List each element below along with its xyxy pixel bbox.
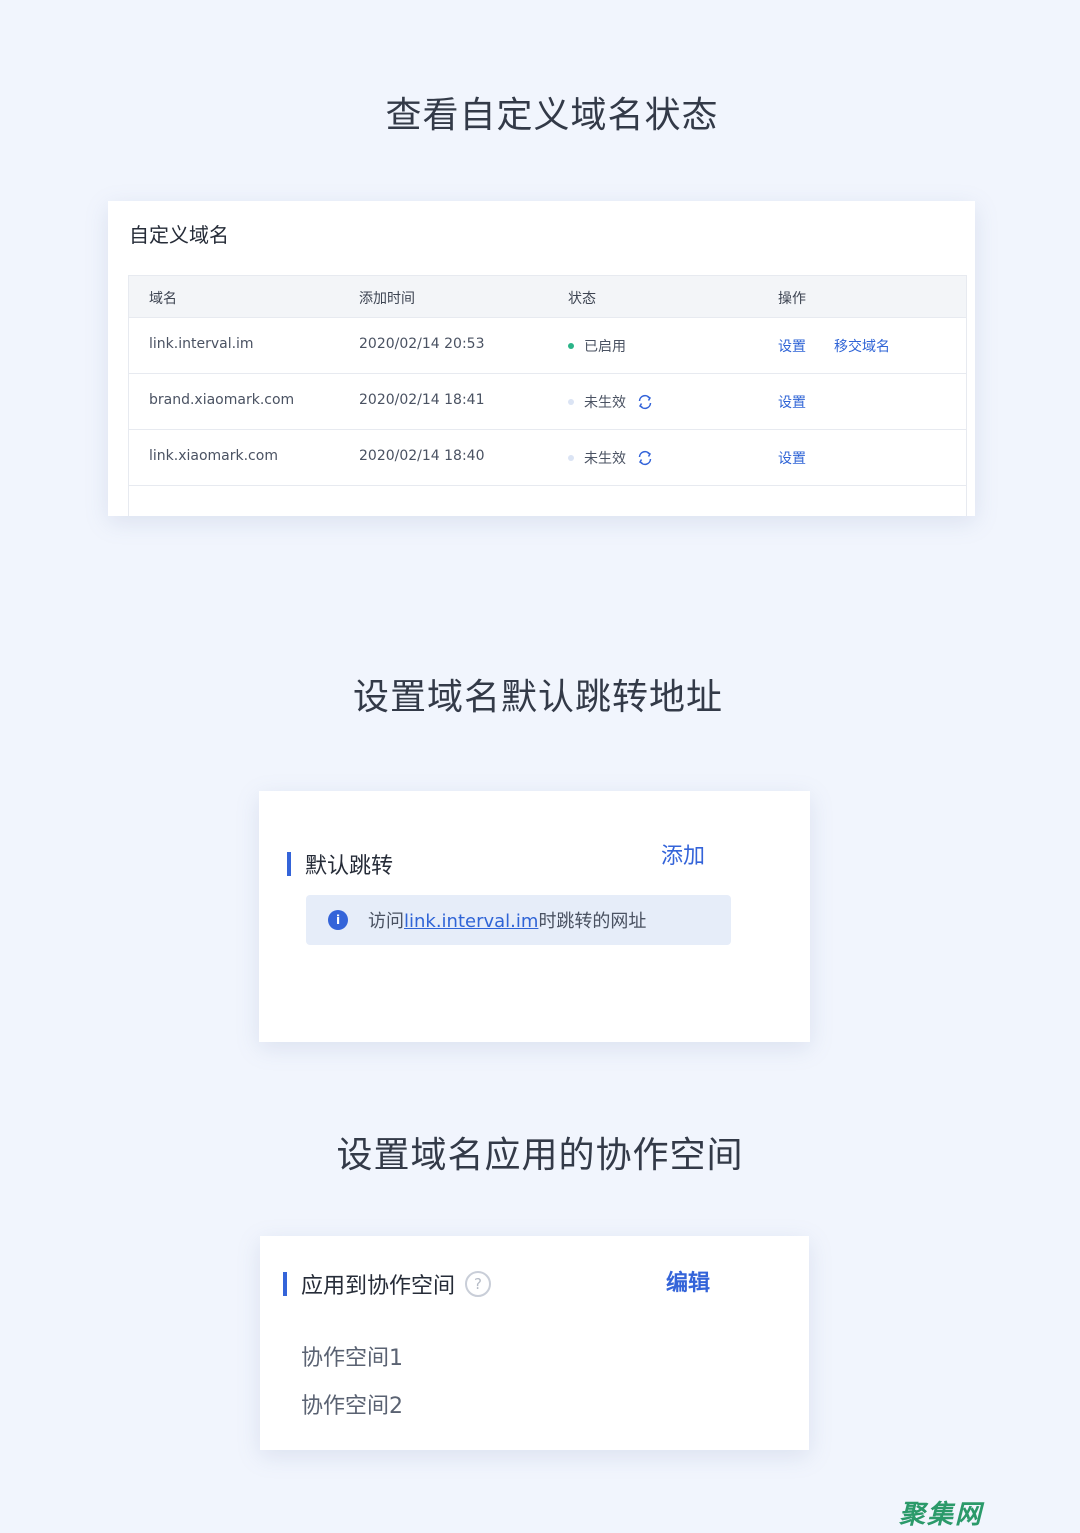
status-dot-inactive-icon <box>568 455 574 461</box>
status-cell: 未生效 <box>568 448 654 468</box>
info-icon: i <box>328 910 348 930</box>
status-cell: 未生效 <box>568 392 654 412</box>
redirect-heading-label: 默认跳转 <box>305 854 394 879</box>
workspace-item: 协作空间2 <box>301 1394 403 1419</box>
status-dot-enabled-icon <box>568 343 574 349</box>
status-cell: 已启用 <box>568 336 626 356</box>
added-time-cell: 2020/02/14 18:41 <box>359 392 485 408</box>
domain-cell: brand.xiaomark.com <box>149 392 295 408</box>
column-header-actions: 操作 <box>778 291 806 307</box>
status-label: 未生效 <box>584 395 626 411</box>
added-time-cell: 2020/02/14 18:40 <box>359 448 485 464</box>
actions-cell: 设置 <box>778 448 806 468</box>
accent-bar <box>283 1272 287 1296</box>
domain-cell: link.interval.im <box>149 336 254 352</box>
domain-cell: link.xiaomark.com <box>149 448 278 464</box>
table-row: link.xiaomark.com 2020/02/14 18:40 未生效 设… <box>129 430 966 486</box>
status-label: 未生效 <box>584 451 626 467</box>
actions-cell: 设置 移交域名 <box>778 336 890 356</box>
actions-cell: 设置 <box>778 392 806 412</box>
redirect-info-box: i 访问link.interval.im时跳转的网址 <box>306 895 731 945</box>
section-title-redirect: 设置域名默认跳转地址 <box>352 677 723 718</box>
redirect-heading: 默认跳转 <box>287 848 393 880</box>
add-redirect-button[interactable]: 添加 <box>661 838 705 870</box>
column-header-status: 状态 <box>568 291 596 307</box>
info-suffix: 时跳转的网址 <box>538 911 647 932</box>
status-label: 已启用 <box>584 339 626 355</box>
workspace-item: 协作空间1 <box>301 1346 403 1371</box>
added-time-cell: 2020/02/14 20:53 <box>359 336 485 352</box>
table-header: 域名 添加时间 状态 操作 <box>129 276 966 318</box>
settings-link[interactable]: 设置 <box>778 451 806 467</box>
section-title-workspace: 设置域名应用的协作空间 <box>336 1135 744 1176</box>
info-text: 访问link.interval.im时跳转的网址 <box>368 907 646 933</box>
table-row: link.interval.im 2020/02/14 20:53 已启用 设置… <box>129 318 966 374</box>
info-prefix: 访问 <box>368 911 404 932</box>
refresh-icon[interactable] <box>636 393 654 411</box>
transfer-domain-link[interactable]: 移交域名 <box>834 339 890 355</box>
watermark-logo: 聚集网 <box>899 1500 984 1530</box>
page: 查看自定义域名状态 自定义域名 域名 添加时间 状态 操作 link.inter… <box>0 0 1080 1533</box>
accent-bar <box>287 852 291 876</box>
column-header-domain: 域名 <box>149 291 177 307</box>
table-row: brand.xiaomark.com 2020/02/14 18:41 未生效 … <box>129 374 966 430</box>
settings-link[interactable]: 设置 <box>778 395 806 411</box>
domains-card: 自定义域名 域名 添加时间 状态 操作 link.interval.im 202… <box>108 201 975 516</box>
column-header-added: 添加时间 <box>359 291 415 307</box>
section-title-status: 查看自定义域名状态 <box>385 95 719 136</box>
status-dot-inactive-icon <box>568 399 574 405</box>
workspace-heading-label: 应用到协作空间 <box>301 1274 456 1299</box>
domain-link[interactable]: link.interval.im <box>404 911 538 932</box>
refresh-icon[interactable] <box>636 449 654 467</box>
workspace-heading: 应用到协作空间 ? <box>283 1268 492 1300</box>
settings-link[interactable]: 设置 <box>778 339 806 355</box>
edit-workspace-button[interactable]: 编辑 <box>666 1265 710 1297</box>
domains-card-heading: 自定义域名 <box>129 223 229 247</box>
domains-table: 域名 添加时间 状态 操作 link.interval.im 2020/02/1… <box>128 275 967 516</box>
help-icon[interactable]: ? <box>465 1271 492 1297</box>
